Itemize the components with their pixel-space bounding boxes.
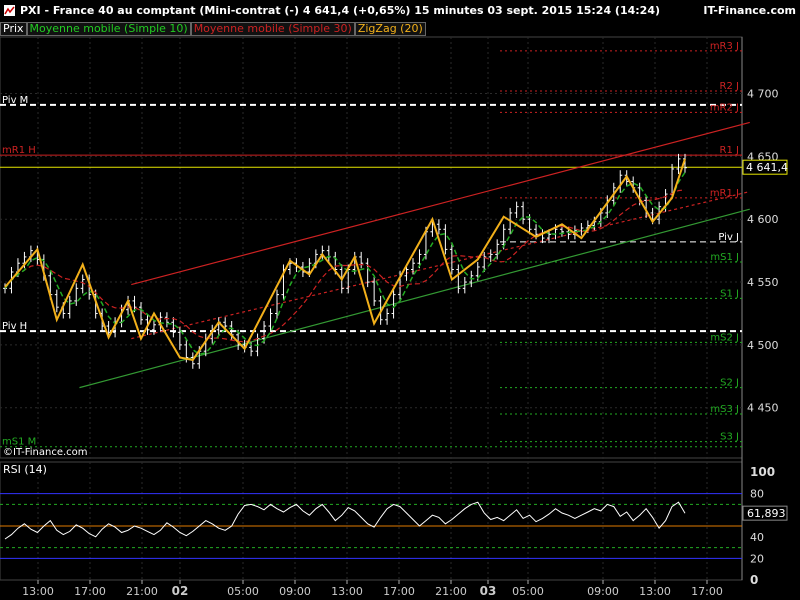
ma10-line bbox=[4, 171, 686, 356]
price-plot-frame bbox=[0, 36, 743, 459]
zigzag-line bbox=[4, 158, 686, 362]
x-tick-label: 17:00 bbox=[74, 585, 106, 598]
y-tick-label: 4 450 bbox=[747, 402, 779, 415]
y-tick-label: 4 600 bbox=[747, 213, 779, 226]
rsi-line bbox=[4, 501, 686, 540]
ma30-line bbox=[4, 189, 686, 343]
rsi-tick-label: 0 bbox=[750, 573, 758, 587]
level-label: mR2 J bbox=[710, 102, 739, 113]
level-label: mS2 J bbox=[710, 332, 739, 343]
watermark: ©IT-Finance.com bbox=[3, 447, 88, 458]
rsi-tick-label: 80 bbox=[750, 488, 764, 501]
level-label: Piv M bbox=[2, 95, 28, 106]
rsi-tick-label: 40 bbox=[750, 531, 764, 544]
x-tick-label: 13:00 bbox=[639, 585, 671, 598]
x-tick-label: 17:00 bbox=[383, 585, 415, 598]
level-label: S1 J bbox=[720, 288, 739, 299]
x-tick-label: 17:00 bbox=[691, 585, 723, 598]
level-label: R2 J bbox=[720, 81, 739, 92]
rsi-tick-label: 100 bbox=[750, 465, 775, 479]
rsi-plot-frame bbox=[0, 461, 743, 581]
rsi-value-label: 61,893 bbox=[747, 507, 786, 520]
level-label: mR3 J bbox=[710, 41, 739, 52]
x-tick-label: 13:00 bbox=[331, 585, 363, 598]
level-label: Piv J bbox=[718, 232, 739, 243]
x-tick-label: 02 bbox=[172, 584, 189, 598]
y-tick-label: 4 550 bbox=[747, 276, 779, 289]
level-label: mR1 J bbox=[710, 188, 739, 199]
x-tick-label: 09:00 bbox=[587, 585, 619, 598]
x-tick-label: 05:00 bbox=[512, 585, 544, 598]
level-label: mS3 J bbox=[710, 404, 739, 415]
level-label: R1 J bbox=[720, 145, 739, 156]
level-label: mR1 H bbox=[2, 145, 36, 156]
level-label: S2 J bbox=[720, 378, 739, 389]
level-label: S3 J bbox=[720, 432, 739, 443]
current-price-label: 4 641,4 bbox=[746, 161, 788, 174]
y-tick-label: 4 700 bbox=[747, 88, 779, 101]
y-tick-label: 4 500 bbox=[747, 339, 779, 352]
chart-canvas[interactable]: mR3 J R2 J Piv M mR2 J mR1 H R1 J mR1 J Piv J mS… bbox=[0, 0, 800, 600]
resistance-trendline bbox=[131, 121, 750, 286]
rsi-tick-label: 20 bbox=[750, 552, 764, 565]
x-tick-label: 05:00 bbox=[227, 585, 259, 598]
x-tick-label: 03 bbox=[480, 584, 497, 598]
level-label: mS1 J bbox=[710, 252, 739, 263]
x-tick-label: 21:00 bbox=[435, 585, 467, 598]
x-tick-label: 21:00 bbox=[126, 585, 158, 598]
x-tick-label: 09:00 bbox=[279, 585, 311, 598]
rsi-title: RSI (14) bbox=[3, 463, 47, 476]
level-label: Piv H bbox=[2, 321, 27, 332]
x-tick-label: 13:00 bbox=[22, 585, 54, 598]
